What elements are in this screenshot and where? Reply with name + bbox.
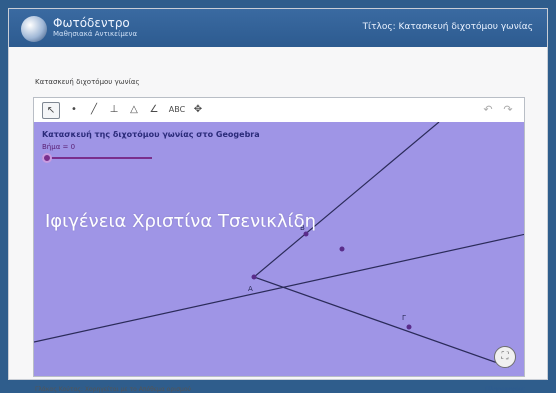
point-tool-icon[interactable]: • [66, 102, 82, 117]
geogebra-toolbar: ↖ • ╱ ⊥ △ ∠ ABC ✥ ↶ ↷ [34, 98, 524, 123]
point-b[interactable] [303, 231, 309, 237]
point-d[interactable] [406, 324, 412, 330]
header: Φωτόδεντρο Μαθησιακά Αντικείμενα Τίτλος:… [9, 9, 547, 47]
page-frame: Φωτόδεντρο Μαθησιακά Αντικείμενα Τίτλος:… [8, 8, 548, 393]
point-a-label: A [248, 285, 253, 293]
slider-track[interactable] [42, 157, 152, 159]
perpendicular-tool-icon[interactable]: ⊥ [106, 102, 122, 117]
line-one [34, 233, 524, 343]
watermark-text: Ιφιγένεια Χριστίνα Τσενικλίδη [45, 211, 316, 232]
ray-lower [253, 276, 510, 368]
page-heading: Κατασκευή διχοτόμου γωνίας [35, 78, 140, 86]
footer-link[interactable]: Πληροφορίες [485, 386, 525, 393]
footer-text: Γλάκας Κούτας: Χορηγείται με το Απόθεμα … [35, 386, 191, 393]
applet-title: Κατασκευή της διχοτόμου γωνίας στο Geoge… [42, 130, 260, 139]
text-tool-icon[interactable]: ABC [166, 102, 188, 117]
header-title: Τίτλος: Κατασκευή διχοτόμου γωνίας [362, 22, 533, 32]
brand-name: Φωτόδεντρο [53, 16, 130, 30]
graphics-view[interactable]: A B Γ Κατασκευή της διχοτόμου γωνίας στο… [34, 122, 524, 376]
move-graphics-tool-icon[interactable]: ✥ [190, 102, 206, 117]
select-tool-icon[interactable]: ↖ [42, 102, 60, 119]
polygon-tool-icon[interactable]: △ [126, 102, 142, 117]
point-c-label: Γ [402, 314, 406, 322]
slider-knob[interactable] [42, 153, 52, 163]
redo-icon[interactable]: ↷ [500, 102, 516, 117]
ray-upper [253, 122, 440, 278]
line-tool-icon[interactable]: ╱ [86, 102, 102, 117]
geometry-canvas: A B Γ [34, 122, 524, 368]
brand-subtitle: Μαθησιακά Αντικείμενα [53, 30, 138, 38]
geogebra-applet[interactable]: ↖ • ╱ ⊥ △ ∠ ABC ✥ ↶ ↷ A B Γ Κατασκευή τη… [33, 97, 525, 377]
photodentro-logo [21, 16, 47, 42]
angle-tool-icon[interactable]: ∠ [146, 102, 162, 117]
point-a[interactable] [251, 274, 257, 280]
point-c[interactable] [339, 246, 345, 252]
undo-icon[interactable]: ↶ [480, 102, 496, 117]
slider-label: Βήμα = 0 [42, 143, 76, 151]
fullscreen-button[interactable]: ⛶ [494, 346, 516, 368]
